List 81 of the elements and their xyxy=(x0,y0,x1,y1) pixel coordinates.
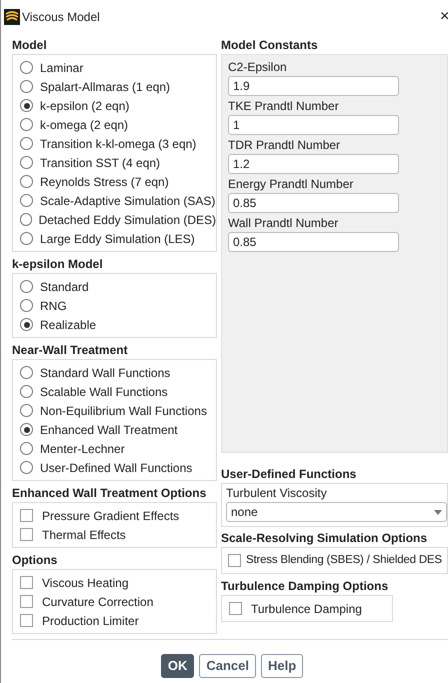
input-field[interactable]: 1.9 xyxy=(228,76,399,96)
radio-label: Enhanced Wall Treatment xyxy=(40,422,178,438)
checkbox-label: Pressure Gradient Effects xyxy=(42,508,180,524)
checkbox[interactable] xyxy=(228,554,241,567)
checkbox-label: Stress Blending (SBES) / Shielded DES xyxy=(246,552,442,568)
input-field[interactable]: 0.85 xyxy=(228,232,399,252)
radio-button[interactable] xyxy=(20,404,33,417)
field-label: C2-Epsilon xyxy=(228,59,287,76)
checkbox-label: Viscous Heating xyxy=(42,574,128,592)
field-label: TKE Prandtl Number xyxy=(228,98,339,115)
radio-button[interactable] xyxy=(20,137,33,150)
caret-icon xyxy=(434,510,442,514)
radio-label: Transition k-kl-omega (3 eqn) xyxy=(40,136,196,152)
radio-button[interactable] xyxy=(20,61,33,74)
checkbox[interactable] xyxy=(20,528,33,541)
input-field[interactable]: 1.2 xyxy=(228,154,399,174)
radio-label: Non-Equilibrium Wall Functions xyxy=(40,402,207,420)
radio-label: k-omega (2 eqn) xyxy=(40,116,128,134)
radio-button[interactable] xyxy=(20,232,33,245)
radio-label: Transition SST (4 eqn) xyxy=(40,154,160,172)
checkbox[interactable] xyxy=(20,595,33,608)
checkbox-label: Curvature Correction xyxy=(42,594,154,610)
dialog-button[interactable]: OK xyxy=(160,654,194,678)
section-heading: Enhanced Wall Treatment Options xyxy=(12,485,208,502)
checkbox-label: Turbulence Damping xyxy=(251,600,362,618)
section-heading: k-epsilon Model xyxy=(12,256,104,273)
checkbox[interactable] xyxy=(20,576,33,589)
radio-button[interactable] xyxy=(20,423,33,436)
dialog-button[interactable]: Help xyxy=(260,654,304,678)
radio-label: Reynolds Stress (7 eqn) xyxy=(40,174,169,190)
radio-label: Standard xyxy=(40,278,89,296)
radio-button[interactable] xyxy=(20,99,33,112)
checkbox[interactable] xyxy=(20,509,33,522)
radio-label: Realizable xyxy=(40,316,96,334)
section-heading: User-Defined Functions xyxy=(221,466,358,483)
section-heading: Model Constants xyxy=(221,37,319,54)
checkbox[interactable] xyxy=(229,602,242,615)
input-field[interactable]: 1 xyxy=(228,115,399,135)
radio-label: Scale-Adaptive Simulation (SAS) xyxy=(40,192,216,210)
checkbox-label: Thermal Effects xyxy=(42,526,126,544)
section-heading: Scale-Resolving Simulation Options xyxy=(221,530,428,547)
radio-label: Scalable Wall Functions xyxy=(40,384,168,400)
checkbox[interactable] xyxy=(20,614,33,627)
window-title: Viscous Model xyxy=(22,9,100,26)
radio-button[interactable] xyxy=(20,299,33,312)
radio-button[interactable] xyxy=(20,366,33,379)
checkbox-label: Production Limiter xyxy=(42,612,139,630)
radio-label: k-epsilon (2 eqn) xyxy=(40,98,130,114)
radio-button[interactable] xyxy=(20,213,32,226)
radio-label: RNG xyxy=(40,298,67,314)
radio-button[interactable] xyxy=(20,385,33,398)
radio-button[interactable] xyxy=(20,118,33,131)
radio-button[interactable] xyxy=(20,280,33,293)
field-label: Energy Prandtl Number xyxy=(228,176,354,193)
radio-label: Menter-Lechner xyxy=(40,440,125,458)
dropdown[interactable]: none xyxy=(226,502,447,522)
radio-label: Standard Wall Functions xyxy=(40,364,170,382)
radio-button[interactable] xyxy=(20,461,33,474)
dropdown-value: none xyxy=(231,504,258,521)
section-heading: Near-Wall Treatment xyxy=(12,342,129,359)
field-label: TDR Prandtl Number xyxy=(228,137,340,154)
radio-label: Laminar xyxy=(40,60,84,76)
input-field[interactable]: 0.85 xyxy=(228,193,399,213)
radio-button[interactable] xyxy=(20,194,33,207)
radio-label: Large Eddy Simulation (LES) xyxy=(40,230,195,248)
radio-button[interactable] xyxy=(20,175,33,188)
radio-button[interactable] xyxy=(20,442,33,455)
dialog-button[interactable]: Cancel xyxy=(199,654,256,678)
radio-button[interactable] xyxy=(20,156,33,169)
field-label: Wall Prandtl Number xyxy=(228,215,338,232)
field-label: Turbulent Viscosity xyxy=(226,485,327,502)
radio-label: User-Defined Wall Functions xyxy=(40,460,192,476)
radio-label: Detached Eddy Simulation (DES) xyxy=(38,212,216,228)
section-heading: Model xyxy=(12,37,48,54)
radio-button[interactable] xyxy=(20,80,33,93)
radio-label: Spalart-Allmaras (1 eqn) xyxy=(40,78,170,96)
section-heading: Turbulence Damping Options xyxy=(221,578,390,595)
section-heading: Options xyxy=(12,552,58,569)
app-logo-icon xyxy=(4,9,20,25)
close-button[interactable]: × xyxy=(440,9,448,25)
radio-button[interactable] xyxy=(20,318,33,331)
